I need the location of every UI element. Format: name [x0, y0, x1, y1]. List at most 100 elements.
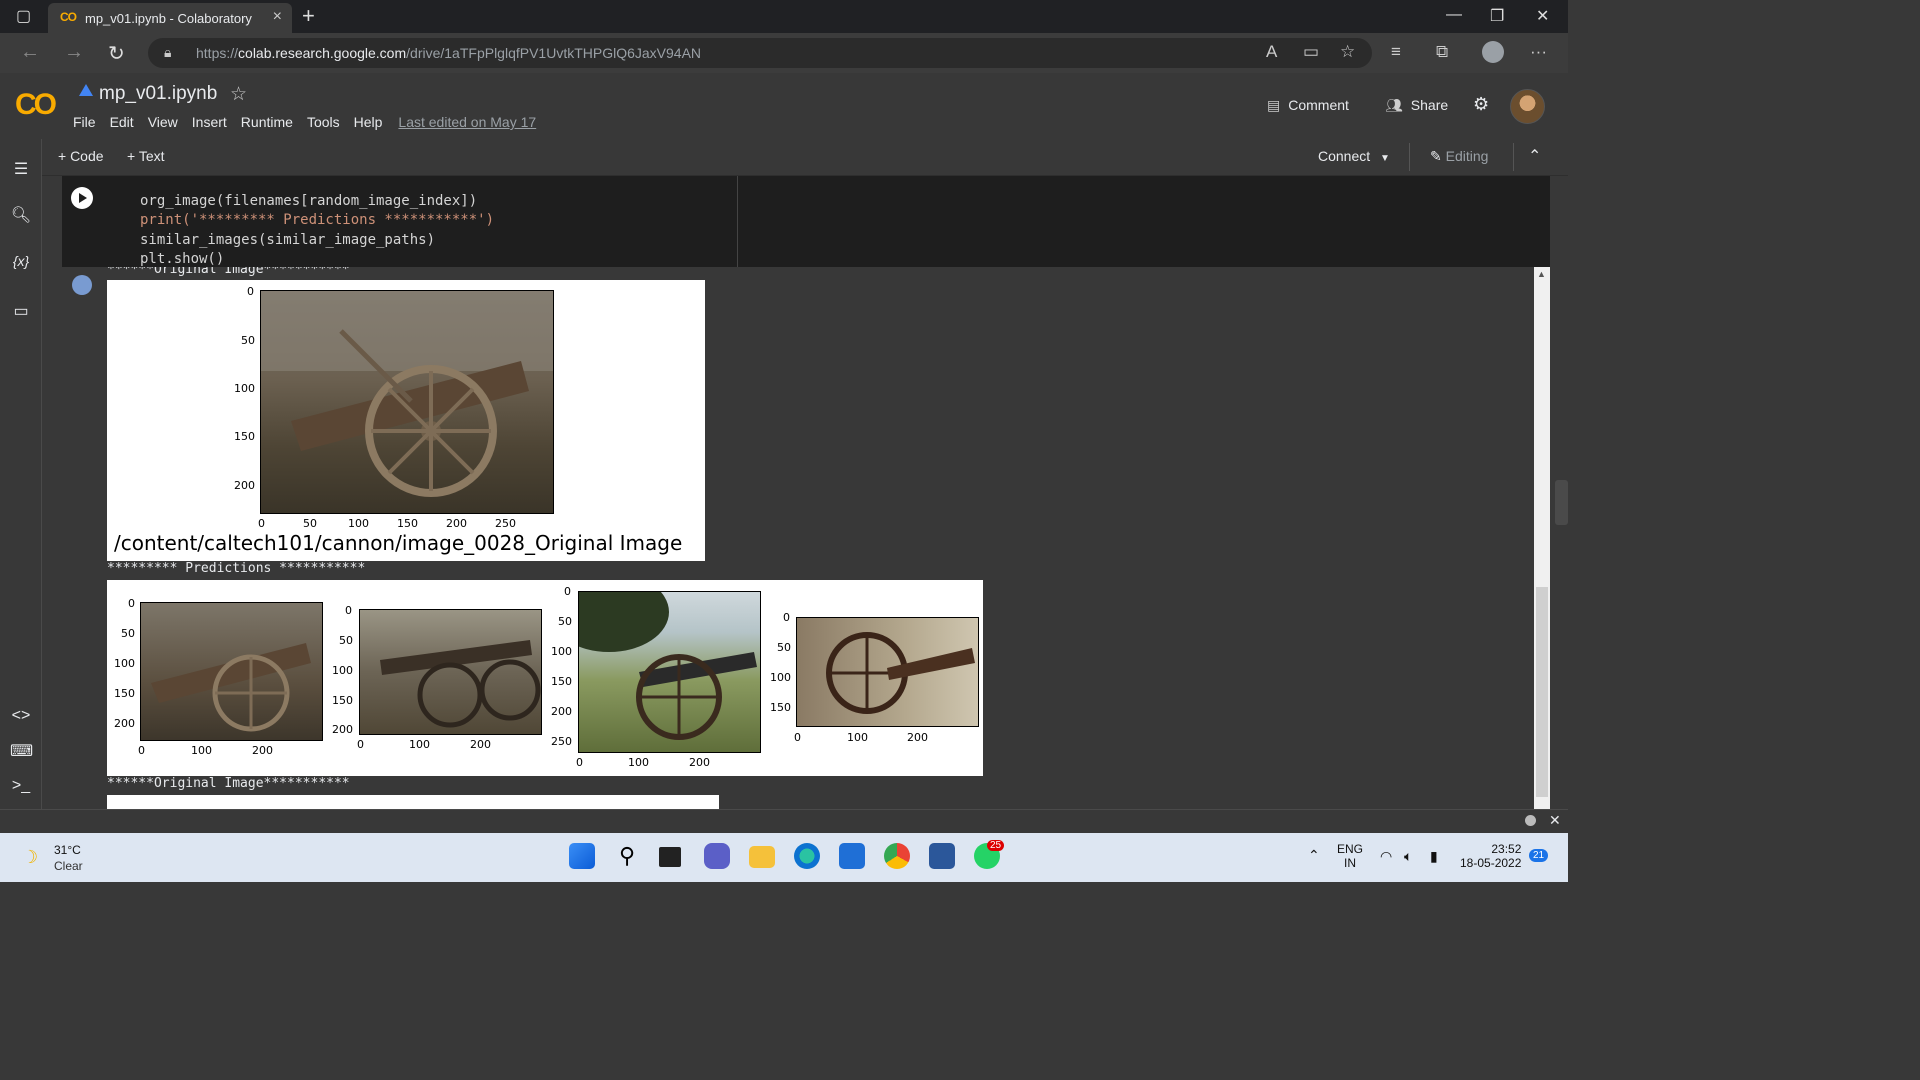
code-cell[interactable]: org_image(filenames[random_image_index])…	[62, 176, 1550, 267]
page-scrollbar-thumb[interactable]	[1555, 480, 1568, 525]
url-field[interactable]: 🔒︎ https://colab.research.google.com/dri…	[148, 38, 1372, 68]
new-tab-icon[interactable]: +	[302, 3, 315, 29]
restore-icon[interactable]: ❐	[1490, 6, 1504, 26]
forward-icon[interactable]: →	[64, 41, 84, 64]
cannon-image	[261, 291, 553, 497]
tick-label: 200	[332, 723, 353, 736]
chrome-icon[interactable]	[884, 843, 910, 869]
predictions-header: ********* Predictions ***********	[107, 561, 366, 576]
scroll-up-icon[interactable]: ▲	[1537, 269, 1546, 279]
favorites-list-icon[interactable]: ≡	[1391, 42, 1401, 62]
tick-label: 100	[114, 657, 135, 670]
code-editor[interactable]: org_image(filenames[random_image_index])…	[140, 172, 494, 270]
add-text-button[interactable]: + Text	[127, 148, 165, 164]
more-menu-icon[interactable]: ···	[1530, 42, 1547, 62]
tick-label: 0	[247, 285, 254, 298]
code-snippets-icon[interactable]: <>	[10, 707, 32, 725]
collections-icon[interactable]: ⧉	[1436, 42, 1448, 62]
browser-tab[interactable]: CO mp_v01.ipynb - Colaboratory ×	[48, 3, 292, 33]
add-code-button[interactable]: + Code	[58, 148, 104, 164]
output-icon	[72, 275, 92, 295]
divider	[1513, 143, 1514, 171]
editing-button[interactable]: ✎ Editing	[1430, 148, 1488, 165]
read-aloud-icon[interactable]: A	[1266, 42, 1277, 62]
menu-runtime[interactable]: Runtime	[241, 114, 293, 130]
scrollbar-thumb[interactable]	[1536, 587, 1548, 797]
variables-icon[interactable]: {x}	[10, 253, 32, 269]
menu-file[interactable]: File	[73, 114, 96, 130]
tick-label: 100	[847, 731, 868, 744]
image-caption: /content/caltech101/cannon/image_0028_Or…	[114, 531, 683, 555]
notebook-name[interactable]: mp_v01.ipynb	[99, 83, 217, 105]
avatar[interactable]	[1510, 89, 1545, 124]
tick-label: 0	[357, 738, 364, 751]
command-palette-icon[interactable]: ⌨	[10, 741, 33, 761]
search-icon[interactable]: 🔍︎	[10, 205, 32, 225]
battery-icon[interactable]: ▮	[1430, 848, 1438, 865]
notebook-toolbar: + Code + Text Connect ▼ ✎ Editing ⌃	[42, 139, 1568, 176]
task-view-icon[interactable]	[659, 847, 681, 867]
prediction-image-3	[578, 591, 761, 753]
immersive-reader-icon[interactable]: ▭	[1303, 42, 1319, 62]
prediction-image-2	[359, 609, 542, 735]
code-line: print('********* Predictions ***********…	[140, 212, 495, 228]
menu-bar: File Edit View Insert Runtime Tools Help Last e…	[73, 114, 550, 130]
tick-label: 250	[551, 735, 572, 748]
terminal-icon[interactable]: >_	[10, 777, 32, 795]
clock[interactable]: 23:52 18-05-2022	[1460, 842, 1521, 870]
favorite-icon[interactable]: ☆	[1340, 42, 1355, 62]
moon-icon: ☽	[22, 847, 39, 867]
search-icon[interactable]: ⚲	[614, 843, 640, 869]
edge-icon[interactable]	[794, 843, 820, 869]
last-edited-link[interactable]: Last edited on May 17	[398, 114, 536, 130]
collapse-header-icon[interactable]: ⌃	[1528, 146, 1541, 166]
connect-button[interactable]: Connect ▼	[1318, 148, 1390, 164]
divider	[1409, 143, 1410, 171]
people-icon: 👥︎	[1385, 97, 1403, 113]
table-of-contents-icon[interactable]: ☰	[10, 159, 32, 179]
windows-start-icon[interactable]	[569, 843, 595, 869]
store-icon[interactable]	[839, 843, 865, 869]
minimize-icon[interactable]: —	[1446, 6, 1462, 24]
language-indicator[interactable]: ENG IN	[1337, 842, 1363, 870]
menu-help[interactable]: Help	[354, 114, 383, 130]
tick-label: 0	[794, 731, 801, 744]
tab-actions-icon[interactable]: ▢	[16, 6, 31, 26]
colab-logo[interactable]: CO	[15, 88, 57, 122]
word-icon[interactable]	[929, 843, 955, 869]
browser-profile-icon[interactable]	[1482, 41, 1504, 63]
refresh-icon[interactable]: ↻	[108, 41, 125, 66]
share-button[interactable]: 👥︎ Share	[1385, 97, 1448, 114]
menu-tools[interactable]: Tools	[307, 114, 340, 130]
tab-close-icon[interactable]: ×	[273, 8, 282, 26]
colab-favicon-icon: CO	[60, 10, 77, 24]
comment-button[interactable]: ▤ Comment	[1267, 97, 1349, 114]
menu-insert[interactable]: Insert	[192, 114, 227, 130]
menu-view[interactable]: View	[148, 114, 178, 130]
tick-label: 200	[470, 738, 491, 751]
folder-icon[interactable]: ▭	[10, 301, 32, 321]
volume-icon[interactable]: 🔈︎	[1404, 848, 1412, 865]
cannon-image	[579, 592, 757, 740]
chevron-up-icon[interactable]: ⌃	[1308, 847, 1320, 864]
teams-chat-icon[interactable]	[704, 843, 730, 869]
browser-tab-strip: ▢ CO mp_v01.ipynb - Colaboratory × + — ❐…	[0, 0, 1568, 33]
tick-label: 200	[446, 517, 467, 530]
cannon-image	[826, 632, 975, 714]
tick-label: 100	[234, 382, 255, 395]
tick-label: 50	[339, 634, 353, 647]
windows-taskbar: ☽ 31°C Clear ⚲ 25 ⌃ ENG IN ◠ 🔈︎ ▮ 23:52 …	[0, 833, 1568, 882]
output-scrollbar[interactable]: ▲	[1534, 267, 1550, 809]
status-bar: ✕	[0, 809, 1568, 834]
wifi-icon[interactable]: ◠	[1380, 848, 1392, 865]
menu-edit[interactable]: Edit	[110, 114, 134, 130]
tick-label: 0	[576, 756, 583, 769]
back-icon[interactable]: ←	[20, 41, 40, 64]
notification-badge[interactable]: 21	[1529, 849, 1549, 862]
gear-icon[interactable]: ⚙	[1473, 94, 1489, 115]
file-explorer-icon[interactable]	[749, 846, 775, 868]
close-window-icon[interactable]: ✕	[1536, 6, 1549, 26]
close-status-icon[interactable]: ✕	[1549, 812, 1561, 829]
run-cell-button[interactable]	[71, 187, 93, 209]
star-icon[interactable]: ☆	[230, 83, 247, 106]
